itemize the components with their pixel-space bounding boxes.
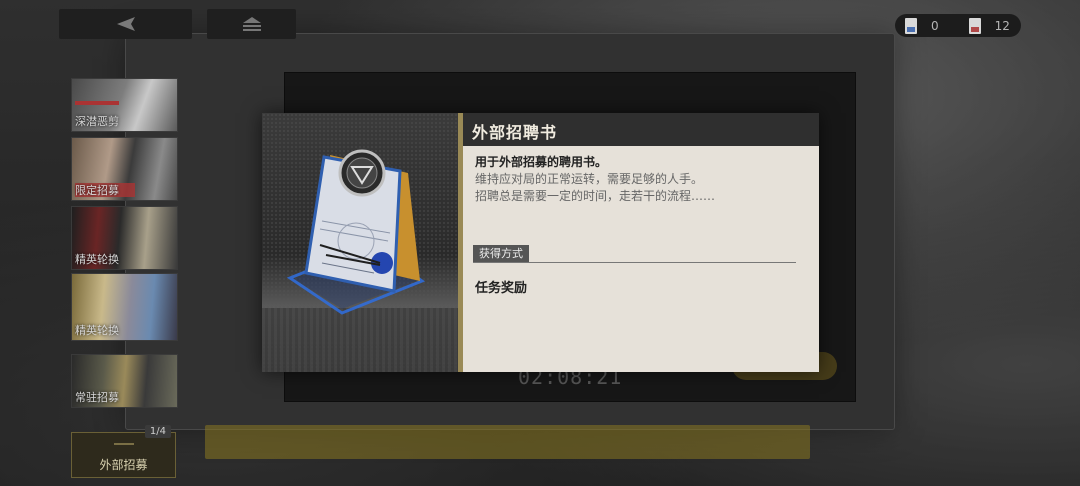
item-art-panel (262, 113, 458, 372)
description-line: 招聘总是需要一定的时间，走若干的流程…… (475, 189, 716, 203)
sidebar-item-label: 精英轮换 (75, 324, 119, 337)
obtain-method-value: 任务奖励 (475, 281, 528, 296)
item-title-bar: 外部招聘书 (463, 113, 819, 146)
item-title: 外部招聘书 (472, 123, 558, 142)
obtain-method-label: 获得方式 (473, 245, 529, 262)
item-description: 用于外部招募的聘用书。 维持应对局的正常运转，需要足够的人手。 招聘总是需要一定… (475, 154, 805, 205)
ticket-red-icon (968, 17, 981, 34)
item-info-panel: 外部招聘书 用于外部招募的聘用书。 维持应对局的正常运转，需要足够的人手。 招聘… (463, 113, 819, 372)
currency-red-ticket: 12 (939, 17, 1010, 34)
sidebar-item-label: 常驻招募 (75, 391, 119, 404)
ticket-blue-icon (905, 17, 917, 34)
home-button[interactable] (207, 9, 296, 39)
back-triangle-icon (116, 17, 135, 31)
home-icon (242, 17, 261, 31)
sidebar-item-standard[interactable]: 常驻招募 (71, 354, 178, 408)
sidebar-item-label: 精英轮换 (75, 253, 119, 266)
description-line: 维持应对局的正常运转，需要足够的人手。 (475, 172, 704, 186)
sidebar-item-external[interactable]: 1/4 外部招募 (71, 425, 176, 478)
item-detail-dialog: 外部招聘书 用于外部招募的聘用书。 维持应对局的正常运转，需要足够的人手。 招聘… (262, 113, 819, 372)
banner-tag (75, 101, 119, 105)
selected-indicator (114, 443, 134, 448)
recruitment-letter-icon (286, 149, 426, 315)
sidebar-item-elite-rotation-1[interactable]: 精英轮换 (71, 206, 178, 270)
obtain-divider (473, 262, 796, 263)
sidebar-item-limited[interactable]: 限定招募 (71, 137, 178, 201)
currency-value: 12 (994, 18, 1010, 33)
currency-bar: 0 12 (895, 14, 1021, 37)
sidebar-item-label: 限定招募 (75, 184, 119, 197)
sidebar-item-label: 外部招募 (99, 458, 148, 472)
currency-blue-ticket: 0 (895, 17, 939, 34)
sidebar-item-label: 深潜恶剪 (75, 115, 119, 128)
back-button[interactable] (59, 9, 192, 39)
sidebar-item-deep-dive[interactable]: 深潜恶剪 (71, 78, 178, 132)
count-badge: 1/4 (144, 425, 171, 438)
sidebar-item-elite-rotation-2[interactable]: 精英轮换 (71, 273, 178, 341)
description-main: 用于外部招募的聘用书。 (475, 155, 608, 169)
currency-value: 0 (931, 18, 939, 33)
